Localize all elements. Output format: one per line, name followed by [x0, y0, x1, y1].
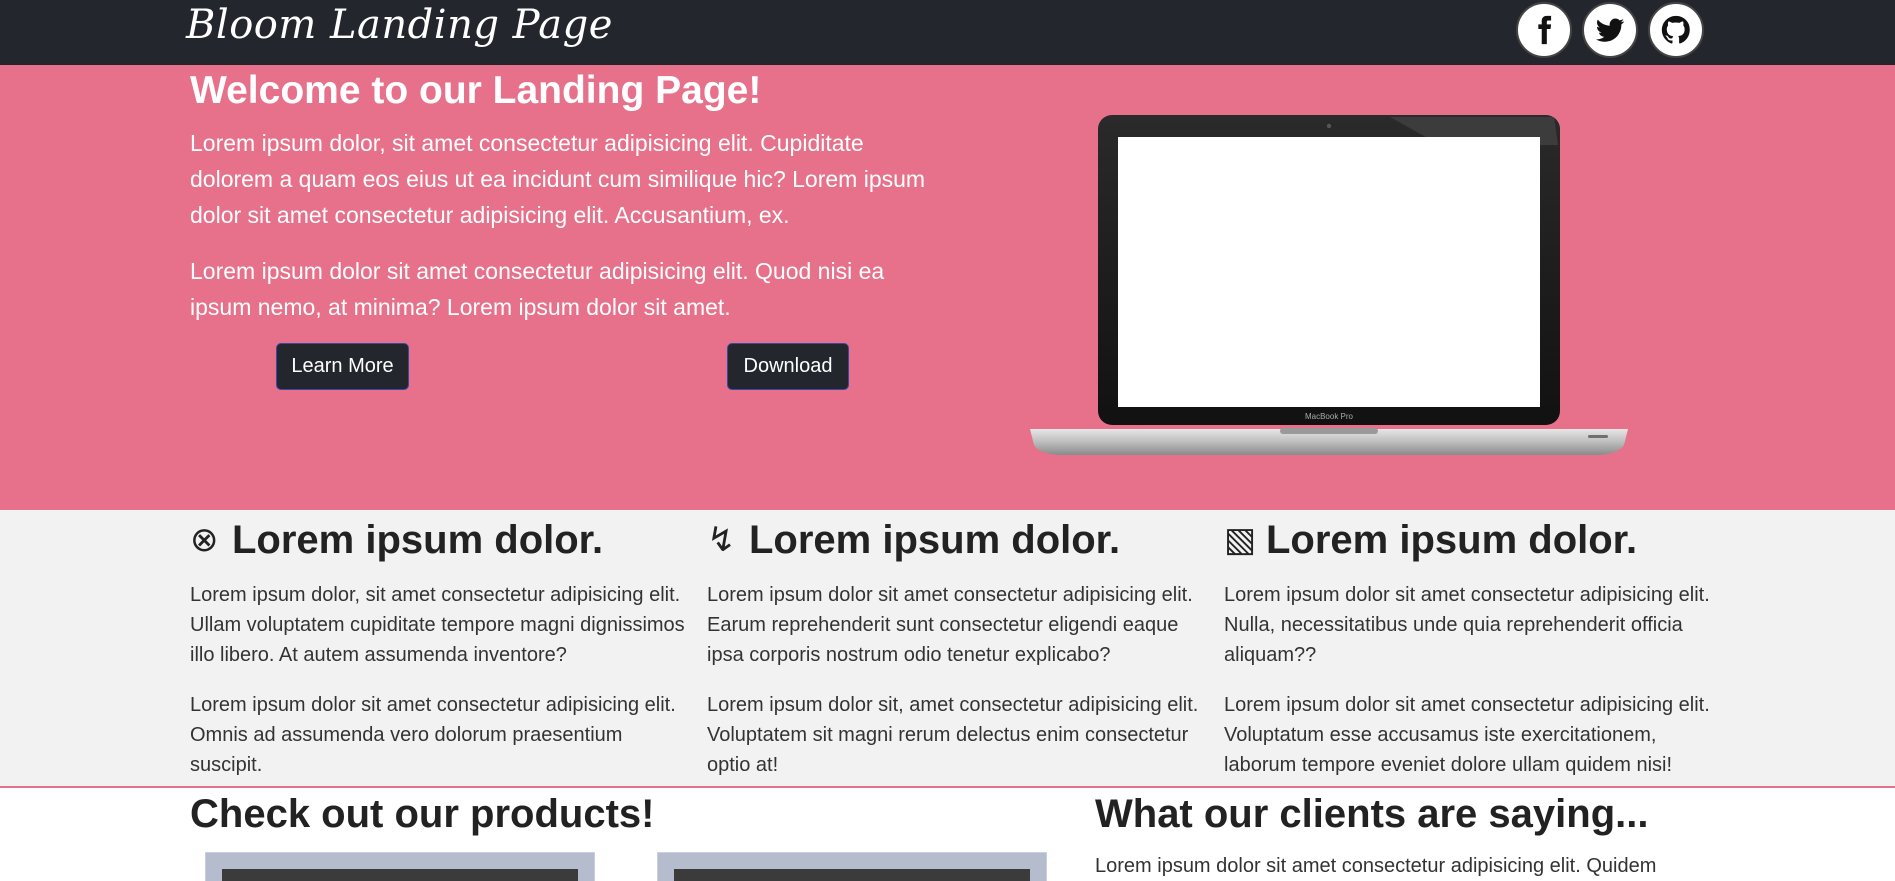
- hero-paragraph-2: Lorem ipsum dolor sit amet consectetur a…: [190, 258, 885, 320]
- feature-column-3: ▧ Lorem ipsum dolor. Lorem ipsum dolor s…: [1224, 510, 1724, 780]
- feature-paragraph: Lorem ipsum dolor sit amet consectetur a…: [1224, 584, 1710, 666]
- feature-paragraph: Lorem ipsum dolor sit, amet consectetur …: [707, 694, 1199, 776]
- products-title: Check out our products!: [190, 792, 655, 836]
- feature-title: Lorem ipsum dolor.: [232, 517, 604, 562]
- feature-paragraph: Lorem ipsum dolor sit amet consectetur a…: [1224, 694, 1710, 776]
- navbar: Bloom Landing Page: [0, 0, 1895, 65]
- laptop-caption: MacBook Pro: [1305, 412, 1354, 421]
- github-icon[interactable]: [1648, 2, 1704, 58]
- feature-paragraph: Lorem ipsum dolor sit amet consectetur a…: [190, 694, 676, 776]
- hero-title: Welcome to our Landing Page!: [190, 69, 762, 112]
- product-image-2[interactable]: [657, 852, 1047, 881]
- brand-logo[interactable]: Bloom Landing Page: [186, 2, 613, 48]
- feature-title: Lorem ipsum dolor.: [1266, 517, 1638, 562]
- learn-more-button[interactable]: Learn More: [276, 343, 409, 390]
- client-testimonial: Lorem ipsum dolor sit amet consectetur a…: [1095, 855, 1657, 877]
- circle-x-icon: ⊗: [190, 520, 219, 560]
- feature-paragraph: Lorem ipsum dolor, sit amet consectetur …: [190, 584, 685, 666]
- hero-paragraph-1: Lorem ipsum dolor, sit amet consectetur …: [190, 130, 926, 228]
- product-image-1[interactable]: [205, 852, 595, 881]
- feature-paragraph: Lorem ipsum dolor sit amet consectetur a…: [707, 584, 1193, 666]
- download-button[interactable]: Download: [727, 343, 849, 390]
- laptop-image: MacBook Pro: [1030, 115, 1628, 455]
- features-section: ⊗ Lorem ipsum dolor. Lorem ipsum dolor, …: [0, 510, 1895, 788]
- feature-column-1: ⊗ Lorem ipsum dolor. Lorem ipsum dolor, …: [190, 510, 690, 780]
- feature-column-2: ↯ Lorem ipsum dolor. Lorem ipsum dolor s…: [707, 510, 1207, 780]
- twitter-icon[interactable]: [1582, 2, 1638, 58]
- feature-title: Lorem ipsum dolor.: [749, 517, 1121, 562]
- hatched-square-icon: ▧: [1224, 520, 1257, 560]
- clients-title: What our clients are saying...: [1095, 792, 1649, 836]
- hero-section: Welcome to our Landing Page! Lorem ipsum…: [0, 65, 1895, 510]
- facebook-icon[interactable]: [1516, 2, 1572, 58]
- lightning-icon: ↯: [707, 520, 736, 560]
